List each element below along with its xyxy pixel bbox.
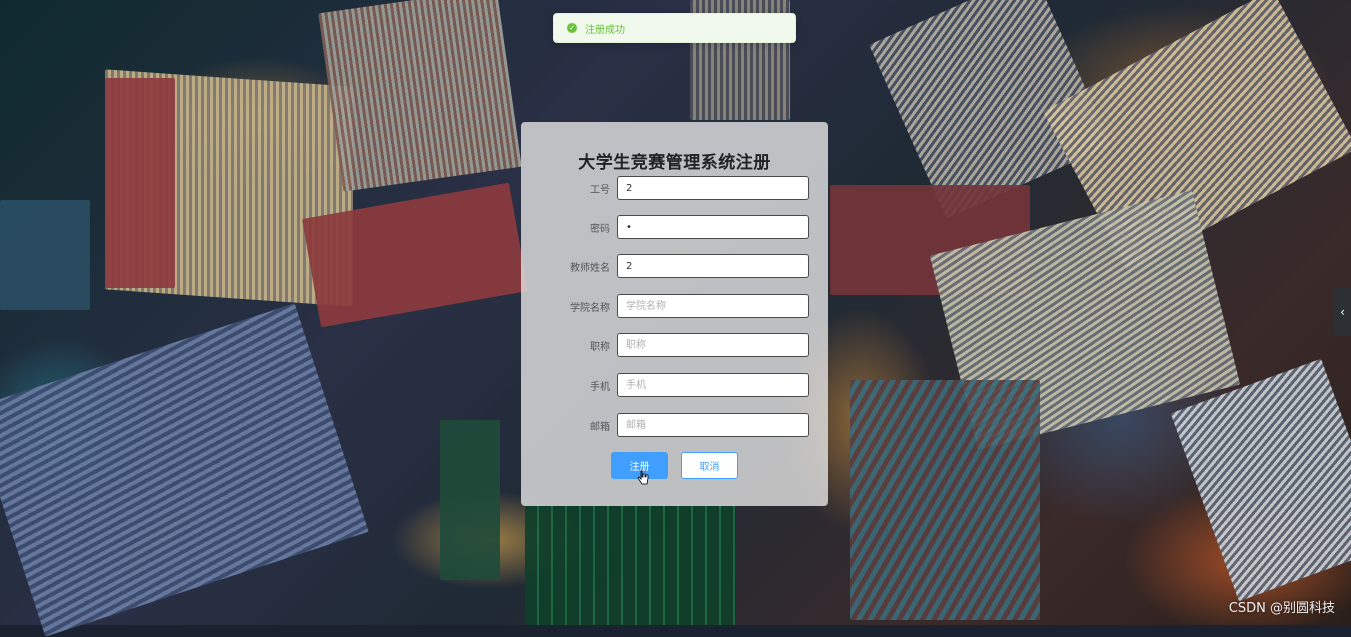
- building: [440, 420, 500, 580]
- building: [1170, 358, 1351, 602]
- title-input[interactable]: [617, 333, 809, 357]
- field-row-gonghao: 工号: [521, 176, 828, 200]
- cancel-button[interactable]: 取消: [681, 452, 738, 479]
- password-input[interactable]: [617, 215, 809, 239]
- building: [525, 505, 735, 625]
- phone-input[interactable]: [617, 373, 809, 397]
- field-label: 教师姓名: [570, 263, 610, 274]
- field-row-mima: 密码: [521, 215, 828, 239]
- success-toast: ✓ 注册成功: [553, 13, 796, 43]
- register-panel: 大学生竞赛管理系统注册 工号 密码 教师姓名 学院名称 职称 手机 邮箱 注册 …: [521, 122, 828, 506]
- field-label: 手机: [590, 382, 610, 393]
- side-panel-toggle[interactable]: ‹: [1334, 288, 1351, 336]
- building: [0, 200, 90, 310]
- gonghao-input[interactable]: [617, 176, 809, 200]
- watermark: CSDN @别圆科技: [1228, 601, 1335, 616]
- chevron-left-icon: ‹: [1340, 305, 1345, 319]
- toast-message: 注册成功: [585, 24, 625, 36]
- field-label: 职称: [590, 342, 610, 353]
- email-input[interactable]: [617, 413, 809, 437]
- field-label: 学院名称: [570, 303, 610, 314]
- teacher-name-input[interactable]: [617, 254, 809, 278]
- field-row-shouji: 手机: [521, 373, 828, 397]
- page-title: 大学生竞赛管理系统注册: [578, 153, 771, 173]
- field-label: 工号: [590, 185, 610, 196]
- field-row-jiaoshixingming: 教师姓名: [521, 254, 828, 278]
- building: [0, 303, 369, 637]
- building: [105, 78, 175, 288]
- college-name-input[interactable]: [617, 294, 809, 318]
- check-circle-icon: ✓: [567, 23, 577, 33]
- field-label: 邮箱: [590, 422, 610, 433]
- hand-cursor-icon: [637, 470, 649, 485]
- field-label: 密码: [590, 224, 610, 235]
- building: [850, 380, 1040, 620]
- building: [318, 0, 522, 192]
- field-row-zhicheng: 职称: [521, 333, 828, 357]
- field-row-youxiang: 邮箱: [521, 413, 828, 437]
- field-row-xueyuanmingcheng: 学院名称: [521, 294, 828, 318]
